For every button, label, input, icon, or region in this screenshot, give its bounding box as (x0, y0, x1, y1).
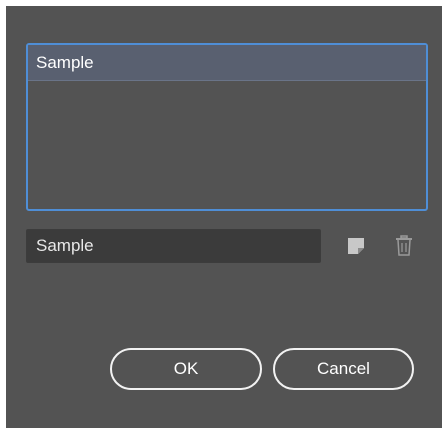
trash-icon (396, 235, 412, 256)
cancel-button[interactable]: Cancel (273, 348, 414, 390)
new-preset-button[interactable] (342, 232, 370, 260)
new-preset-icon (348, 238, 364, 254)
preset-list-item[interactable]: Sample (28, 45, 426, 81)
preset-name-input[interactable] (26, 229, 321, 263)
delete-preset-button[interactable] (390, 232, 418, 260)
preset-list[interactable]: Sample (26, 43, 428, 211)
preset-dialog: Sample OK Cancel (6, 6, 442, 428)
ok-button[interactable]: OK (110, 348, 262, 390)
